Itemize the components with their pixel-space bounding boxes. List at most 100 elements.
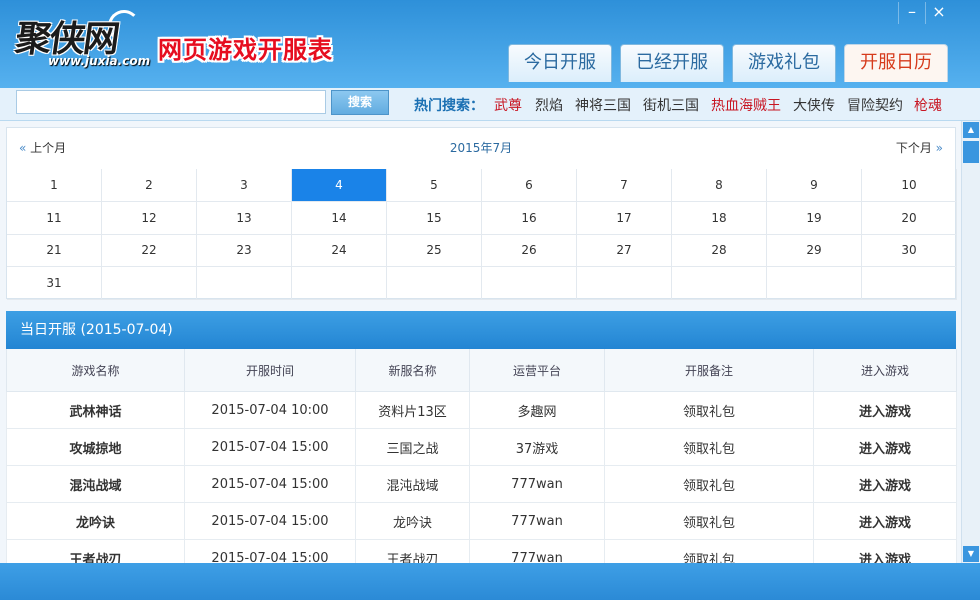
hot-keyword-link[interactable]: 冒险契约 bbox=[847, 95, 903, 115]
current-month-label: 2015年7月 bbox=[449, 141, 513, 155]
calendar-empty-cell bbox=[292, 266, 387, 300]
calendar-empty-cell bbox=[577, 266, 672, 300]
calendar-day[interactable]: 3 bbox=[197, 169, 292, 202]
calendar-day[interactable]: 31 bbox=[7, 266, 102, 300]
hot-keyword-link[interactable]: 神将三国 bbox=[575, 95, 631, 115]
open-time-cell: 2015-07-04 15:00 bbox=[184, 465, 356, 503]
table-row: 混沌战域 2015-07-04 15:00 混沌战域 777wan 领取礼包 进入游戏 bbox=[6, 465, 957, 503]
server-name-cell: 龙吟诀 bbox=[355, 502, 470, 540]
note-cell: 领取礼包 bbox=[604, 539, 814, 563]
minimize-button[interactable]: – bbox=[898, 2, 925, 24]
enter-game-link[interactable]: 进入游戏 bbox=[813, 502, 957, 540]
site-logo[interactable]: 聚侠网 www.juxia.com bbox=[12, 8, 152, 72]
enter-game-link[interactable]: 进入游戏 bbox=[813, 465, 957, 503]
calendar-day[interactable]: 29 bbox=[767, 234, 862, 267]
calendar-day[interactable]: 19 bbox=[767, 201, 862, 235]
calendar-day[interactable]: 16 bbox=[482, 201, 577, 235]
calendar-day[interactable]: 7 bbox=[577, 169, 672, 202]
hot-keyword-link[interactable]: 武尊 bbox=[494, 95, 522, 115]
scroll-down-icon[interactable]: ▼ bbox=[963, 546, 979, 562]
next-month-link[interactable]: 下个月 » bbox=[896, 128, 943, 168]
enter-game-link[interactable]: 进入游戏 bbox=[813, 428, 957, 466]
open-time-cell: 2015-07-04 15:00 bbox=[184, 428, 356, 466]
calendar-day[interactable]: 10 bbox=[862, 169, 957, 202]
calendar-day[interactable]: 15 bbox=[387, 201, 482, 235]
vertical-scrollbar[interactable]: ▲ ▼ bbox=[961, 121, 980, 563]
platform-cell: 多趣网 bbox=[469, 391, 605, 429]
platform-cell: 777wan bbox=[469, 465, 605, 503]
hot-keyword-link[interactable]: 烈焰 bbox=[535, 95, 563, 115]
search-bar: 搜索 热门搜索： 武尊 烈焰 神将三国 街机三国 热血海贼王 大侠传 冒险契约 … bbox=[0, 88, 980, 121]
note-cell: 领取礼包 bbox=[604, 465, 814, 503]
enter-game-link[interactable]: 进入游戏 bbox=[813, 539, 957, 563]
column-header: 开服时间 bbox=[184, 349, 356, 392]
calendar-day[interactable]: 26 bbox=[482, 234, 577, 267]
calendar-day[interactable]: 18 bbox=[672, 201, 767, 235]
hot-keyword-link[interactable]: 街机三国 bbox=[643, 95, 699, 115]
calendar-day[interactable]: 22 bbox=[102, 234, 197, 267]
next-month-label: 下个月 bbox=[895, 141, 932, 155]
game-name-link[interactable]: 王者战刃 bbox=[6, 539, 185, 563]
tab-open-calendar[interactable]: 开服日历 bbox=[844, 44, 948, 82]
tab-already-open[interactable]: 已经开服 bbox=[620, 44, 724, 82]
minimize-icon: – bbox=[908, 2, 916, 21]
calendar-day[interactable]: 12 bbox=[102, 201, 197, 235]
column-header: 游戏名称 bbox=[6, 349, 185, 392]
calendar-empty-cell bbox=[387, 266, 482, 300]
calendar-day[interactable]: 1 bbox=[7, 169, 102, 202]
open-time-cell: 2015-07-04 10:00 bbox=[184, 391, 356, 429]
calendar-day[interactable]: 17 bbox=[577, 201, 672, 235]
hot-keyword-link[interactable]: 枪魂 bbox=[914, 95, 942, 115]
game-name-link[interactable]: 混沌战域 bbox=[6, 465, 185, 503]
calendar-day[interactable]: 27 bbox=[577, 234, 672, 267]
platform-cell: 37游戏 bbox=[469, 428, 605, 466]
table-row: 龙吟诀 2015-07-04 15:00 龙吟诀 777wan 领取礼包 进入游戏 bbox=[6, 502, 957, 540]
hot-keyword-link[interactable]: 热血海贼王 bbox=[711, 95, 781, 115]
calendar-day[interactable]: 8 bbox=[672, 169, 767, 202]
platform-cell: 777wan bbox=[469, 502, 605, 540]
scroll-up-icon[interactable]: ▲ bbox=[963, 122, 979, 138]
calendar-day[interactable]: 9 bbox=[767, 169, 862, 202]
server-name-cell: 资料片13区 bbox=[355, 391, 470, 429]
calendar-day[interactable]: 11 bbox=[7, 201, 102, 235]
calendar-day[interactable]: 5 bbox=[387, 169, 482, 202]
close-button[interactable]: × bbox=[925, 2, 952, 24]
calendar-day[interactable]: 6 bbox=[482, 169, 577, 202]
main-content: « 上个月 2015年7月 下个月 » 1 2 3 4 5 6 7 8 9 10 11 12 13 14 1… bbox=[0, 121, 961, 563]
calendar-day[interactable]: 28 bbox=[672, 234, 767, 267]
search-input[interactable] bbox=[16, 90, 326, 114]
column-header: 进入游戏 bbox=[813, 349, 957, 392]
calendar-day[interactable]: 13 bbox=[197, 201, 292, 235]
game-name-link[interactable]: 龙吟诀 bbox=[6, 502, 185, 540]
open-time-cell: 2015-07-04 15:00 bbox=[184, 502, 356, 540]
tab-today-open[interactable]: 今日开服 bbox=[508, 44, 612, 82]
scroll-thumb[interactable] bbox=[963, 141, 979, 163]
game-name-link[interactable]: 攻城掠地 bbox=[6, 428, 185, 466]
game-name-link[interactable]: 武林神话 bbox=[6, 391, 185, 429]
calendar-day[interactable]: 25 bbox=[387, 234, 482, 267]
enter-game-link[interactable]: 进入游戏 bbox=[813, 391, 957, 429]
logo-url: www.juxia.com bbox=[48, 54, 151, 68]
calendar-day[interactable]: 21 bbox=[7, 234, 102, 267]
close-icon: × bbox=[932, 2, 946, 21]
column-header: 运营平台 bbox=[469, 349, 605, 392]
tab-gift-packs[interactable]: 游戏礼包 bbox=[732, 44, 836, 82]
open-time-cell: 2015-07-04 15:00 bbox=[184, 539, 356, 563]
calendar-day[interactable]: 2 bbox=[102, 169, 197, 202]
calendar-day[interactable]: 23 bbox=[197, 234, 292, 267]
calendar-empty-cell bbox=[197, 266, 292, 300]
calendar-day[interactable]: 4 bbox=[292, 169, 387, 202]
calendar-day[interactable]: 24 bbox=[292, 234, 387, 267]
search-button[interactable]: 搜索 bbox=[331, 90, 389, 115]
app-window: 聚侠网 www.juxia.com 网页游戏开服表 – × 今日开服 已经开服 … bbox=[0, 0, 980, 600]
server-name-cell: 王者战刃 bbox=[355, 539, 470, 563]
column-header: 开服备注 bbox=[604, 349, 814, 392]
calendar-day[interactable]: 20 bbox=[862, 201, 957, 235]
app-title: 网页游戏开服表 bbox=[158, 36, 333, 64]
column-header: 新服名称 bbox=[355, 349, 470, 392]
table-header-row: 游戏名称 开服时间 新服名称 运营平台 开服备注 进入游戏 bbox=[6, 349, 957, 392]
calendar-day[interactable]: 30 bbox=[862, 234, 957, 267]
hot-keyword-link[interactable]: 大侠传 bbox=[793, 95, 835, 115]
calendar-day[interactable]: 14 bbox=[292, 201, 387, 235]
note-cell: 领取礼包 bbox=[604, 502, 814, 540]
